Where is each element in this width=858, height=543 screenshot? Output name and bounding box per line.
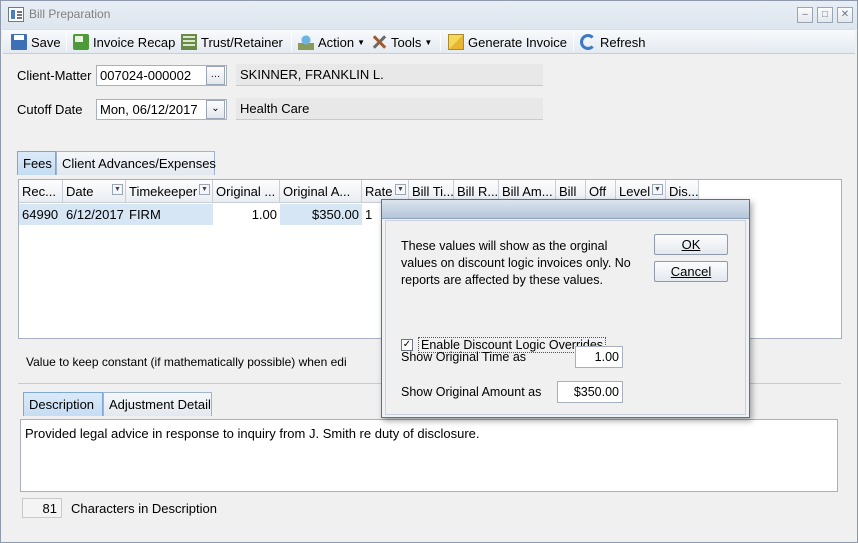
action-menu-button[interactable]: Action ▼ bbox=[298, 30, 365, 54]
title-bar: Bill Preparation – □ ✕ bbox=[1, 1, 857, 29]
description-textarea[interactable]: Provided legal advice in response to inq… bbox=[20, 419, 838, 492]
action-icon bbox=[298, 34, 314, 50]
tab-description[interactable]: Description bbox=[23, 392, 103, 416]
cell-date[interactable]: 6/12/2017 bbox=[63, 204, 126, 225]
save-button[interactable]: Save bbox=[11, 30, 61, 54]
table-row[interactable]: 64990 6/12/2017 FIRM 1.00 $350.00 1 bbox=[19, 204, 409, 225]
tools-menu-button[interactable]: Tools ▼ bbox=[371, 30, 432, 54]
matter-description-display: Health Care bbox=[236, 98, 543, 120]
tools-icon bbox=[371, 34, 387, 50]
cell-timekeeper[interactable]: FIRM bbox=[126, 204, 213, 225]
window-title: Bill Preparation bbox=[29, 7, 111, 21]
dropdown-arrow-icon: ▼ bbox=[357, 37, 366, 47]
original-amount-input[interactable]: $350.00 bbox=[557, 381, 623, 403]
column-header[interactable]: Original A... bbox=[280, 180, 362, 203]
dialog-body: These values will show as the orginal va… bbox=[385, 220, 746, 415]
generate-invoice-button[interactable]: Generate Invoice bbox=[448, 30, 567, 54]
filter-icon[interactable]: ▼ bbox=[395, 184, 406, 195]
bill-preparation-window: Bill Preparation – □ ✕ Save Invoice Reca… bbox=[0, 0, 858, 543]
column-header[interactable]: Rec... bbox=[19, 180, 63, 203]
refresh-button[interactable]: Refresh bbox=[580, 30, 646, 54]
toolbar: Save Invoice Recap Trust/Retainer Action… bbox=[3, 29, 855, 54]
discount-logic-override-dialog: These values will show as the orginal va… bbox=[381, 199, 750, 418]
character-count-label: Characters in Description bbox=[71, 501, 217, 516]
minimize-button[interactable]: – bbox=[797, 7, 813, 23]
client-matter-lookup-button[interactable]: … bbox=[206, 66, 225, 85]
tab-client-advances-expenses[interactable]: Client Advances/Expenses bbox=[56, 151, 216, 175]
original-time-input[interactable]: 1.00 bbox=[575, 346, 623, 368]
client-matter-label: Client-Matter bbox=[17, 68, 92, 83]
filter-icon[interactable]: ▼ bbox=[652, 184, 663, 195]
column-header[interactable]: Original ... bbox=[213, 180, 280, 203]
constant-value-label: Value to keep constant (if mathematicall… bbox=[26, 355, 347, 369]
cutoff-date-dropdown-button[interactable]: ⌄ bbox=[206, 100, 225, 119]
invoice-recap-icon bbox=[73, 34, 89, 50]
cell-original-time[interactable]: 1.00 bbox=[213, 204, 280, 225]
tab-adjustment-detail[interactable]: Adjustment Detail bbox=[103, 392, 212, 416]
maximize-button[interactable]: □ bbox=[817, 7, 833, 23]
refresh-icon bbox=[580, 34, 596, 50]
column-header[interactable]: Date ▼ bbox=[63, 180, 126, 203]
trust-retainer-button[interactable]: Trust/Retainer bbox=[181, 30, 283, 54]
app-icon bbox=[8, 7, 24, 22]
close-button[interactable]: ✕ bbox=[837, 7, 853, 23]
dropdown-arrow-icon: ▼ bbox=[424, 37, 433, 47]
cancel-button[interactable]: Cancel bbox=[654, 261, 728, 282]
original-time-label: Show Original Time as bbox=[401, 350, 527, 364]
column-header[interactable]: Timekeeper ▼ bbox=[126, 180, 213, 203]
ok-button[interactable]: OK bbox=[654, 234, 728, 255]
client-name-display: SKINNER, FRANKLIN L. bbox=[236, 64, 543, 86]
cell-record[interactable]: 64990 bbox=[19, 204, 63, 225]
original-amount-label: Show Original Amount as bbox=[401, 385, 542, 399]
invoice-recap-button[interactable]: Invoice Recap bbox=[73, 30, 175, 54]
save-icon bbox=[11, 34, 27, 50]
trust-retainer-icon bbox=[181, 34, 197, 50]
filter-icon[interactable]: ▼ bbox=[112, 184, 123, 195]
cutoff-date-label: Cutoff Date bbox=[17, 102, 83, 117]
dialog-title-bar[interactable] bbox=[382, 200, 749, 219]
dialog-message: These values will show as the orginal va… bbox=[401, 239, 631, 287]
generate-invoice-icon bbox=[448, 34, 464, 50]
cell-original-amount[interactable]: $350.00 bbox=[280, 204, 362, 225]
filter-icon[interactable]: ▼ bbox=[199, 184, 210, 195]
tab-fees[interactable]: Fees bbox=[17, 151, 56, 175]
character-count: 81 bbox=[22, 498, 62, 518]
